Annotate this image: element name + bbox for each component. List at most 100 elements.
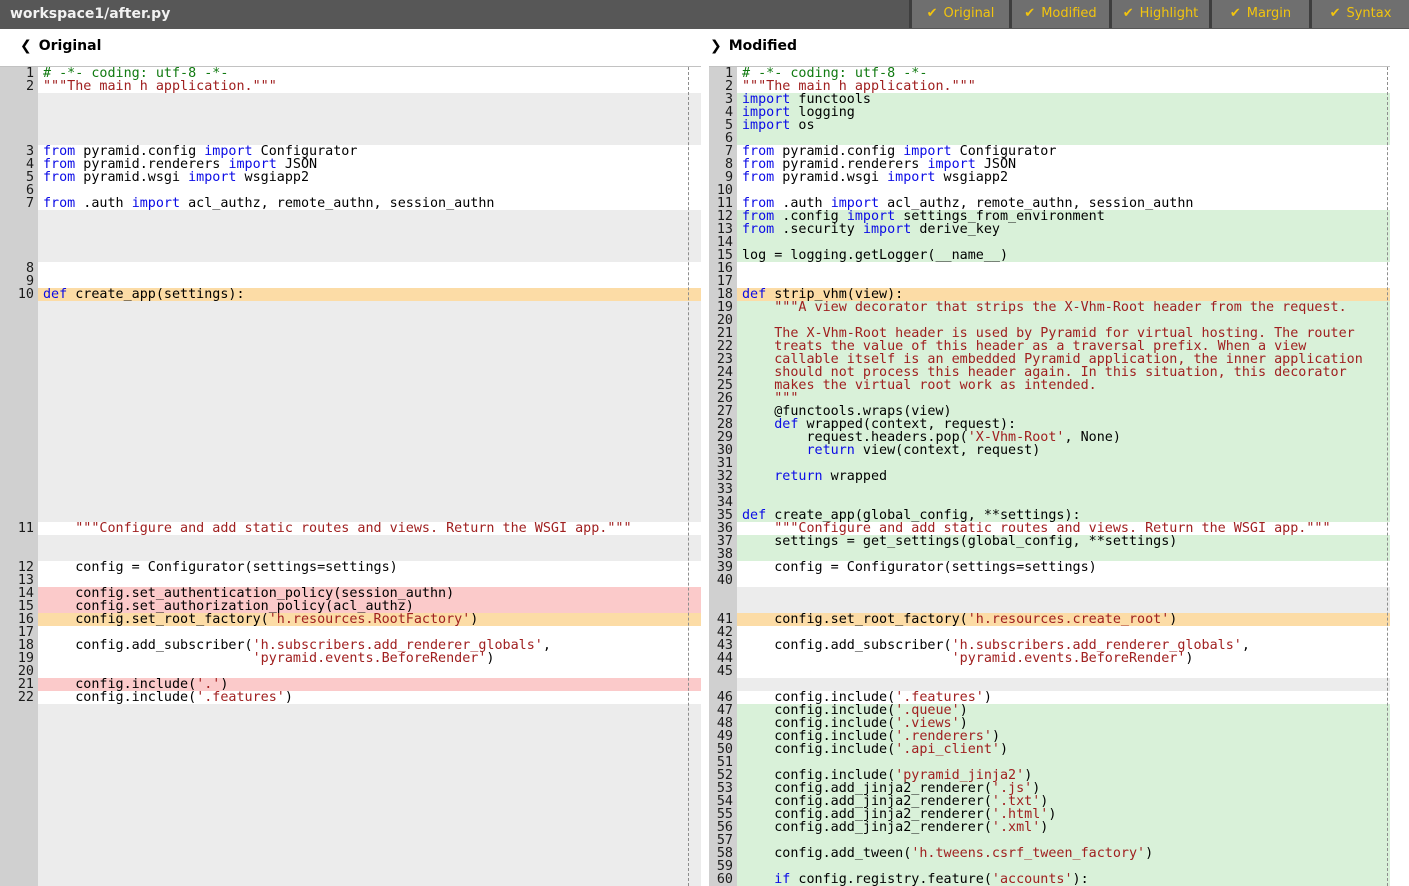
line-number: 20 bbox=[0, 665, 38, 678]
line-number bbox=[0, 249, 38, 262]
code-row: 57 bbox=[709, 834, 1390, 847]
code-row bbox=[0, 132, 701, 145]
code-line bbox=[38, 665, 701, 678]
code-row bbox=[0, 743, 701, 756]
code-row: 60 if config.registry.feature('accounts'… bbox=[709, 873, 1390, 886]
line-number bbox=[0, 483, 38, 496]
code-row: 53 config.add_jinja2_renderer('.js') bbox=[709, 782, 1390, 795]
line-number: 7 bbox=[0, 197, 38, 210]
code-line: config.include('.features') bbox=[737, 691, 1390, 704]
line-number: 16 bbox=[709, 262, 737, 275]
toggle-original-button[interactable]: ✔Original bbox=[909, 0, 1009, 28]
code-line bbox=[38, 327, 701, 340]
code-row: 50 config.include('.api_client') bbox=[709, 743, 1390, 756]
line-number: 38 bbox=[709, 548, 737, 561]
code-row bbox=[0, 496, 701, 509]
code-row: 6 bbox=[709, 132, 1390, 145]
line-number bbox=[0, 431, 38, 444]
code-row bbox=[0, 548, 701, 561]
code-line bbox=[38, 717, 701, 730]
toggle-syntax-button[interactable]: ✔Syntax bbox=[1309, 0, 1409, 28]
code-row: 11from .auth import acl_authz, remote_au… bbox=[709, 197, 1390, 210]
code-line bbox=[737, 184, 1390, 197]
code-row bbox=[0, 210, 701, 223]
code-line: config.add_tween('h.tweens.csrf_tween_fa… bbox=[737, 847, 1390, 860]
line-number: 20 bbox=[709, 314, 737, 327]
code-row bbox=[0, 873, 701, 886]
line-number bbox=[0, 548, 38, 561]
code-line: """A view decorator that strips the X-Vh… bbox=[737, 301, 1390, 314]
code-row: 18 config.add_subscriber('h.subscribers.… bbox=[0, 639, 701, 652]
code-line: config.add_jinja2_renderer('.html') bbox=[737, 808, 1390, 821]
code-row: 1# -*- coding: utf-8 -*- bbox=[0, 67, 701, 80]
code-row: 16 bbox=[709, 262, 1390, 275]
original-pane[interactable]: 1# -*- coding: utf-8 -*-2"""The main h a… bbox=[0, 66, 701, 886]
code-row bbox=[0, 392, 701, 405]
line-number: 12 bbox=[709, 210, 737, 223]
code-line: log = logging.getLogger(__name__) bbox=[737, 249, 1390, 262]
code-line: config = Configurator(settings=settings) bbox=[737, 561, 1390, 574]
line-number bbox=[0, 821, 38, 834]
toggle-highlight-button[interactable]: ✔Highlight bbox=[1109, 0, 1209, 28]
line-number: 11 bbox=[0, 522, 38, 535]
code-row: 7from .auth import acl_authz, remote_aut… bbox=[0, 197, 701, 210]
code-row: 20 bbox=[0, 665, 701, 678]
code-line: from pyramid.renderers import JSON bbox=[737, 158, 1390, 171]
code-line bbox=[38, 379, 701, 392]
code-row bbox=[0, 535, 701, 548]
toggle-margin-button[interactable]: ✔Margin bbox=[1209, 0, 1309, 28]
line-number: 48 bbox=[709, 717, 737, 730]
check-icon: ✔ bbox=[1230, 6, 1241, 21]
code-row bbox=[0, 444, 701, 457]
line-number: 4 bbox=[709, 106, 737, 119]
code-row: 37 settings = get_settings(global_config… bbox=[709, 535, 1390, 548]
line-number: 29 bbox=[709, 431, 737, 444]
code-line bbox=[38, 132, 701, 145]
line-number: 56 bbox=[709, 821, 737, 834]
code-line: from pyramid.config import Configurator bbox=[737, 145, 1390, 158]
line-number bbox=[0, 756, 38, 769]
line-number: 21 bbox=[709, 327, 737, 340]
code-row: 33 bbox=[709, 483, 1390, 496]
code-row bbox=[0, 379, 701, 392]
code-row: 39 config = Configurator(settings=settin… bbox=[709, 561, 1390, 574]
code-line: config.include('.renderers') bbox=[737, 730, 1390, 743]
line-number: 3 bbox=[0, 145, 38, 158]
code-line: def create_app(settings): bbox=[38, 288, 701, 301]
line-number bbox=[0, 119, 38, 132]
toggle-modified-button[interactable]: ✔Modified bbox=[1009, 0, 1109, 28]
line-number: 1 bbox=[0, 67, 38, 80]
code-line: from pyramid.wsgi import wsgiapp2 bbox=[38, 171, 701, 184]
line-number: 2 bbox=[0, 80, 38, 93]
code-row: 8 bbox=[0, 262, 701, 275]
code-row: 46 config.include('.features') bbox=[709, 691, 1390, 704]
code-row: 10 bbox=[709, 184, 1390, 197]
modified-pane-label: Modified bbox=[729, 38, 797, 54]
code-line bbox=[737, 587, 1390, 600]
line-number: 34 bbox=[709, 496, 737, 509]
file-title: workspace1/after.py bbox=[0, 0, 170, 29]
code-row: 42 bbox=[709, 626, 1390, 639]
line-number bbox=[0, 834, 38, 847]
code-row: 38 bbox=[709, 548, 1390, 561]
code-row: 41 config.set_root_factory('h.resources.… bbox=[709, 613, 1390, 626]
code-line bbox=[38, 782, 701, 795]
code-line: if config.registry.feature('accounts'): bbox=[737, 873, 1390, 886]
line-number: 44 bbox=[709, 652, 737, 665]
code-line bbox=[38, 834, 701, 847]
code-line: from .config import settings_from_enviro… bbox=[737, 210, 1390, 223]
line-number: 31 bbox=[709, 457, 737, 470]
line-number bbox=[0, 353, 38, 366]
code-line bbox=[38, 743, 701, 756]
code-line bbox=[38, 405, 701, 418]
code-row: 43 config.add_subscriber('h.subscribers.… bbox=[709, 639, 1390, 652]
line-number: 40 bbox=[709, 574, 737, 587]
line-number: 3 bbox=[709, 93, 737, 106]
code-line bbox=[38, 392, 701, 405]
modified-pane[interactable]: 1# -*- coding: utf-8 -*-2"""The main h a… bbox=[709, 66, 1390, 886]
code-row bbox=[0, 340, 701, 353]
code-row: 2"""The main h application.""" bbox=[0, 80, 701, 93]
code-line bbox=[737, 262, 1390, 275]
line-number: 45 bbox=[709, 665, 737, 678]
code-row bbox=[709, 678, 1390, 691]
